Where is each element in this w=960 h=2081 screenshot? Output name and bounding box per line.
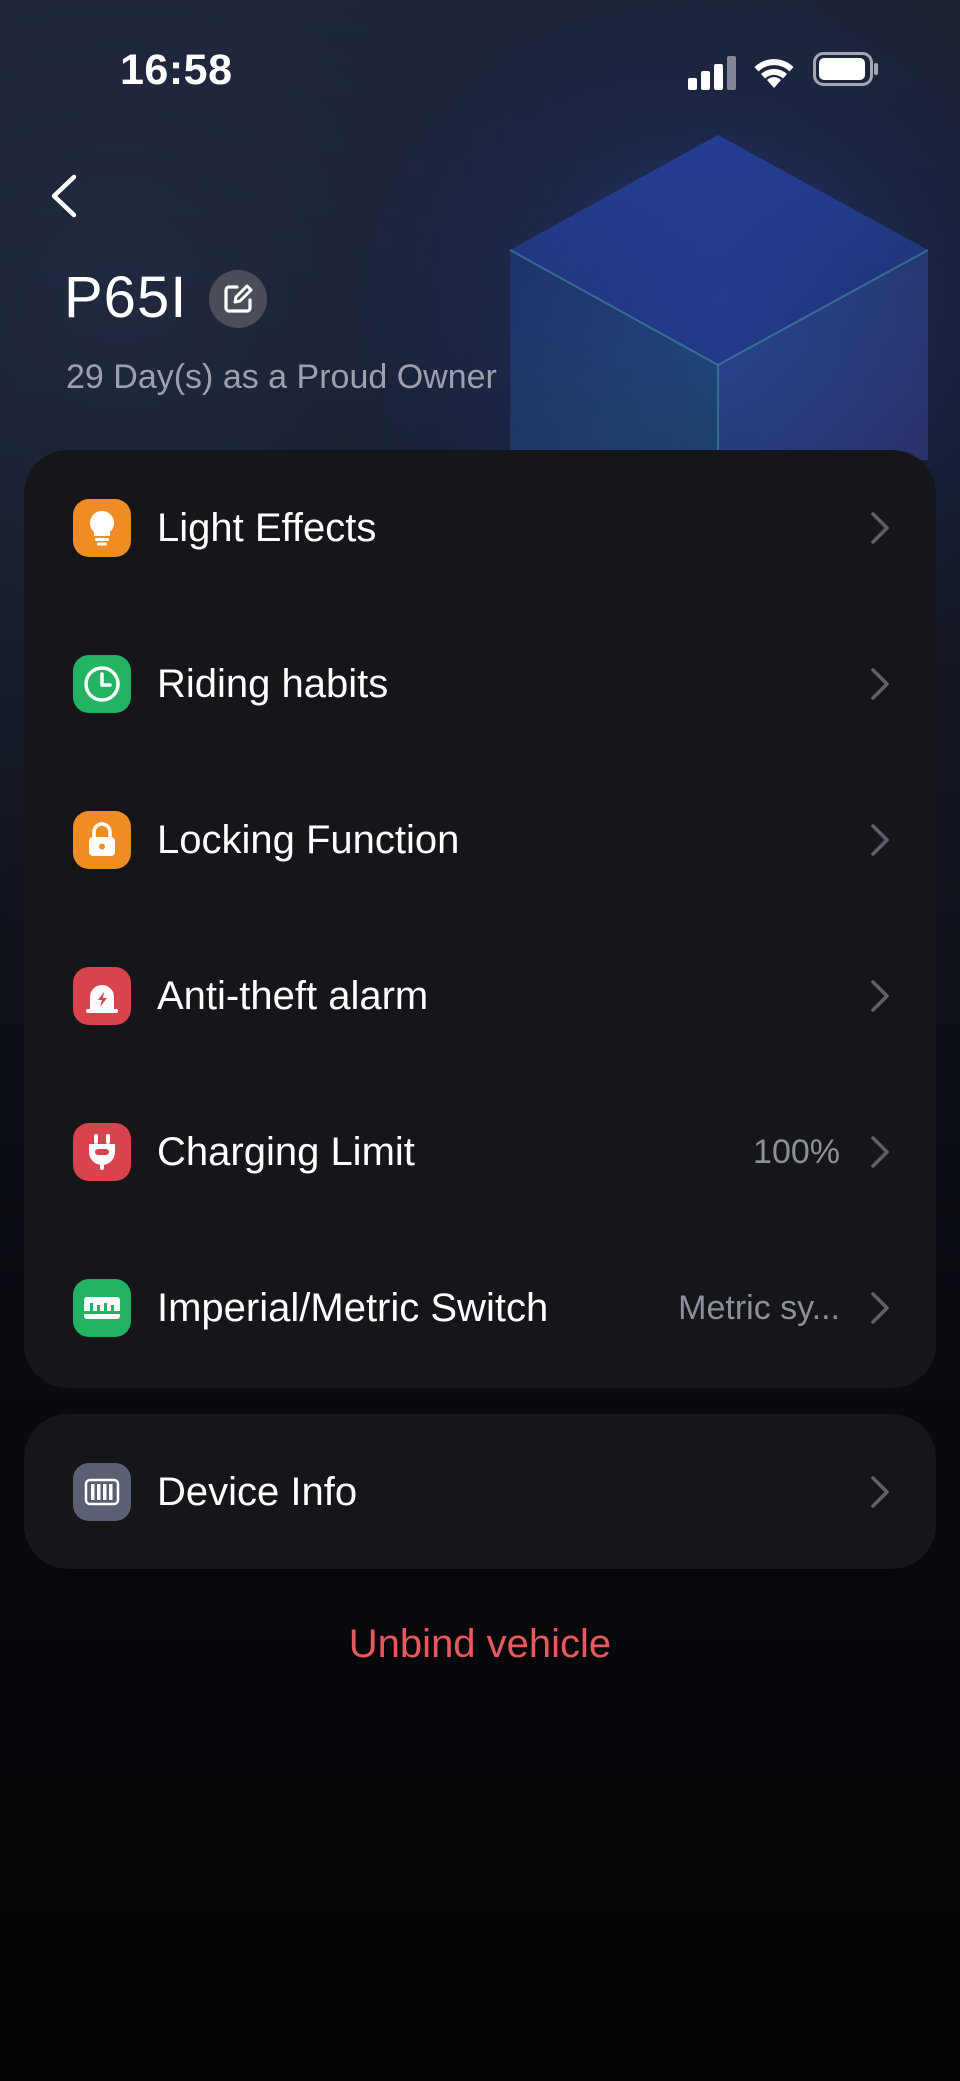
chevron-right-icon	[871, 980, 889, 1012]
settings-row-label: Locking Function	[157, 818, 460, 862]
settings-row-device-info[interactable]: Device Info	[24, 1414, 936, 1569]
device-info-label: Device Info	[157, 1469, 358, 1514]
plug-icon	[73, 1123, 131, 1181]
chevron-right-icon	[871, 1136, 889, 1168]
settings-row-charging-limit[interactable]: Charging Limit 100%	[24, 1074, 936, 1230]
unit-system-value: Metric sy...	[678, 1289, 840, 1327]
device-info-card: Device Info	[24, 1414, 936, 1569]
vehicle-hero-graphic	[509, 135, 929, 460]
status-time: 16:58	[120, 46, 233, 94]
status-bar: 16:58	[0, 0, 960, 140]
settings-row-anti-theft-alarm[interactable]: Anti-theft alarm	[24, 918, 936, 1074]
alarm-icon	[73, 967, 131, 1025]
settings-row-label: Anti-theft alarm	[157, 974, 429, 1018]
unbind-vehicle-button[interactable]: Unbind vehicle	[0, 1622, 960, 1667]
lightbulb-icon	[73, 499, 131, 557]
ruler-icon	[73, 1279, 131, 1337]
settings-row-locking-function[interactable]: Locking Function	[24, 762, 936, 918]
chevron-right-icon	[871, 512, 889, 544]
settings-row-label: Riding habits	[157, 662, 389, 706]
edit-name-button[interactable]	[209, 270, 267, 328]
barcode-icon	[73, 1462, 131, 1521]
settings-row-label: Light Effects	[157, 506, 377, 550]
settings-card: Light Effects Riding habits Locking Func…	[24, 450, 936, 1388]
chevron-right-icon	[871, 1292, 889, 1324]
settings-row-label: Charging Limit	[157, 1130, 415, 1174]
settings-row-label: Imperial/Metric Switch	[157, 1286, 549, 1330]
lock-icon	[73, 811, 131, 869]
signal-icon	[688, 56, 736, 90]
vehicle-name: P65I	[64, 265, 188, 330]
wifi-icon	[754, 59, 794, 88]
battery-icon	[813, 52, 878, 86]
back-button[interactable]	[36, 168, 92, 224]
settings-row-imperial-metric-switch[interactable]: Imperial/Metric Switch Metric sy...	[24, 1230, 936, 1386]
clock-icon	[73, 655, 131, 713]
chevron-right-icon	[871, 1475, 889, 1508]
owner-subtitle: 29 Day(s) as a Proud Owner	[66, 358, 497, 396]
edit-icon	[224, 284, 253, 313]
chevron-right-icon	[871, 668, 889, 700]
charging-limit-value: 100%	[753, 1133, 840, 1171]
settings-row-light-effects[interactable]: Light Effects	[24, 450, 936, 606]
chevron-right-icon	[871, 824, 889, 856]
settings-row-riding-habits[interactable]: Riding habits	[24, 606, 936, 762]
chevron-left-icon	[51, 174, 77, 218]
